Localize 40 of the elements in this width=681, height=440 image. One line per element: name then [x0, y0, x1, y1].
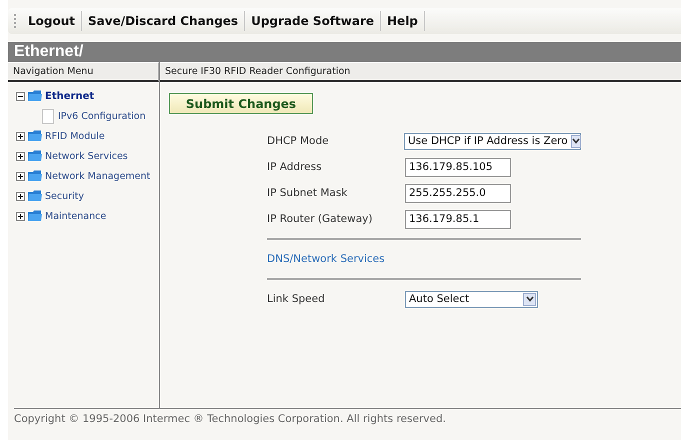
toolbar-button[interactable]: Upgrade Software [245, 11, 382, 31]
tree-item[interactable]: Security [45, 190, 84, 202]
expand-icon[interactable] [16, 212, 25, 220]
expand-icon[interactable] [16, 172, 25, 180]
input-field[interactable]: 255.255.255.0 [405, 184, 511, 202]
folder-icon [28, 170, 42, 182]
panel-header: Navigation Menu [8, 62, 159, 82]
tree-item[interactable]: Ethernet [45, 90, 94, 102]
folder-icon [28, 90, 42, 102]
field-label: IP Address [267, 161, 323, 173]
folder-icon [28, 130, 42, 142]
tree-item[interactable]: Network Management [45, 170, 150, 182]
page-icon [42, 108, 54, 124]
field-label: IP Subnet Mask [267, 187, 348, 199]
folder-icon [28, 190, 42, 202]
folder-icon [28, 210, 42, 222]
toolbar-button[interactable]: Logout [22, 11, 82, 31]
input-field[interactable]: 136.179.85.105 [405, 158, 511, 176]
folder-icon [28, 150, 42, 162]
page-title: Ethernet/ [8, 42, 681, 62]
toolbar-button[interactable]: Help [381, 11, 425, 31]
tree-item[interactable]: RFID Module [45, 130, 105, 142]
expand-icon[interactable] [16, 152, 25, 160]
expand-icon[interactable] [16, 192, 25, 200]
dropdown[interactable]: Use DHCP if IP Address is Zero [404, 132, 581, 150]
tree-item[interactable]: Network Services [45, 150, 128, 162]
submit-button[interactable]: Submit Changes [169, 93, 313, 114]
tree-item[interactable]: Maintenance [45, 210, 106, 222]
expand-icon[interactable] [16, 132, 25, 140]
section-link[interactable]: DNS/Network Services [267, 253, 385, 265]
collapse-icon[interactable] [16, 92, 25, 100]
tree-item[interactable]: IPv6 Configuration [58, 110, 146, 122]
panel-header: Secure IF30 RFID Reader Configuration [160, 62, 681, 82]
copyright-text: Copyright © 1995-2006 Intermec ® Technologies Corporation. All rights reserved. [14, 413, 446, 425]
field-label: DHCP Mode [267, 135, 330, 147]
input-field[interactable]: 136.179.85.1 [405, 210, 511, 228]
field-label: Link Speed [267, 293, 326, 305]
field-label: IP Router (Gateway) [267, 213, 374, 225]
toolbar-button[interactable]: Save/Discard Changes [82, 11, 246, 31]
dropdown[interactable]: Auto Select [405, 290, 538, 308]
